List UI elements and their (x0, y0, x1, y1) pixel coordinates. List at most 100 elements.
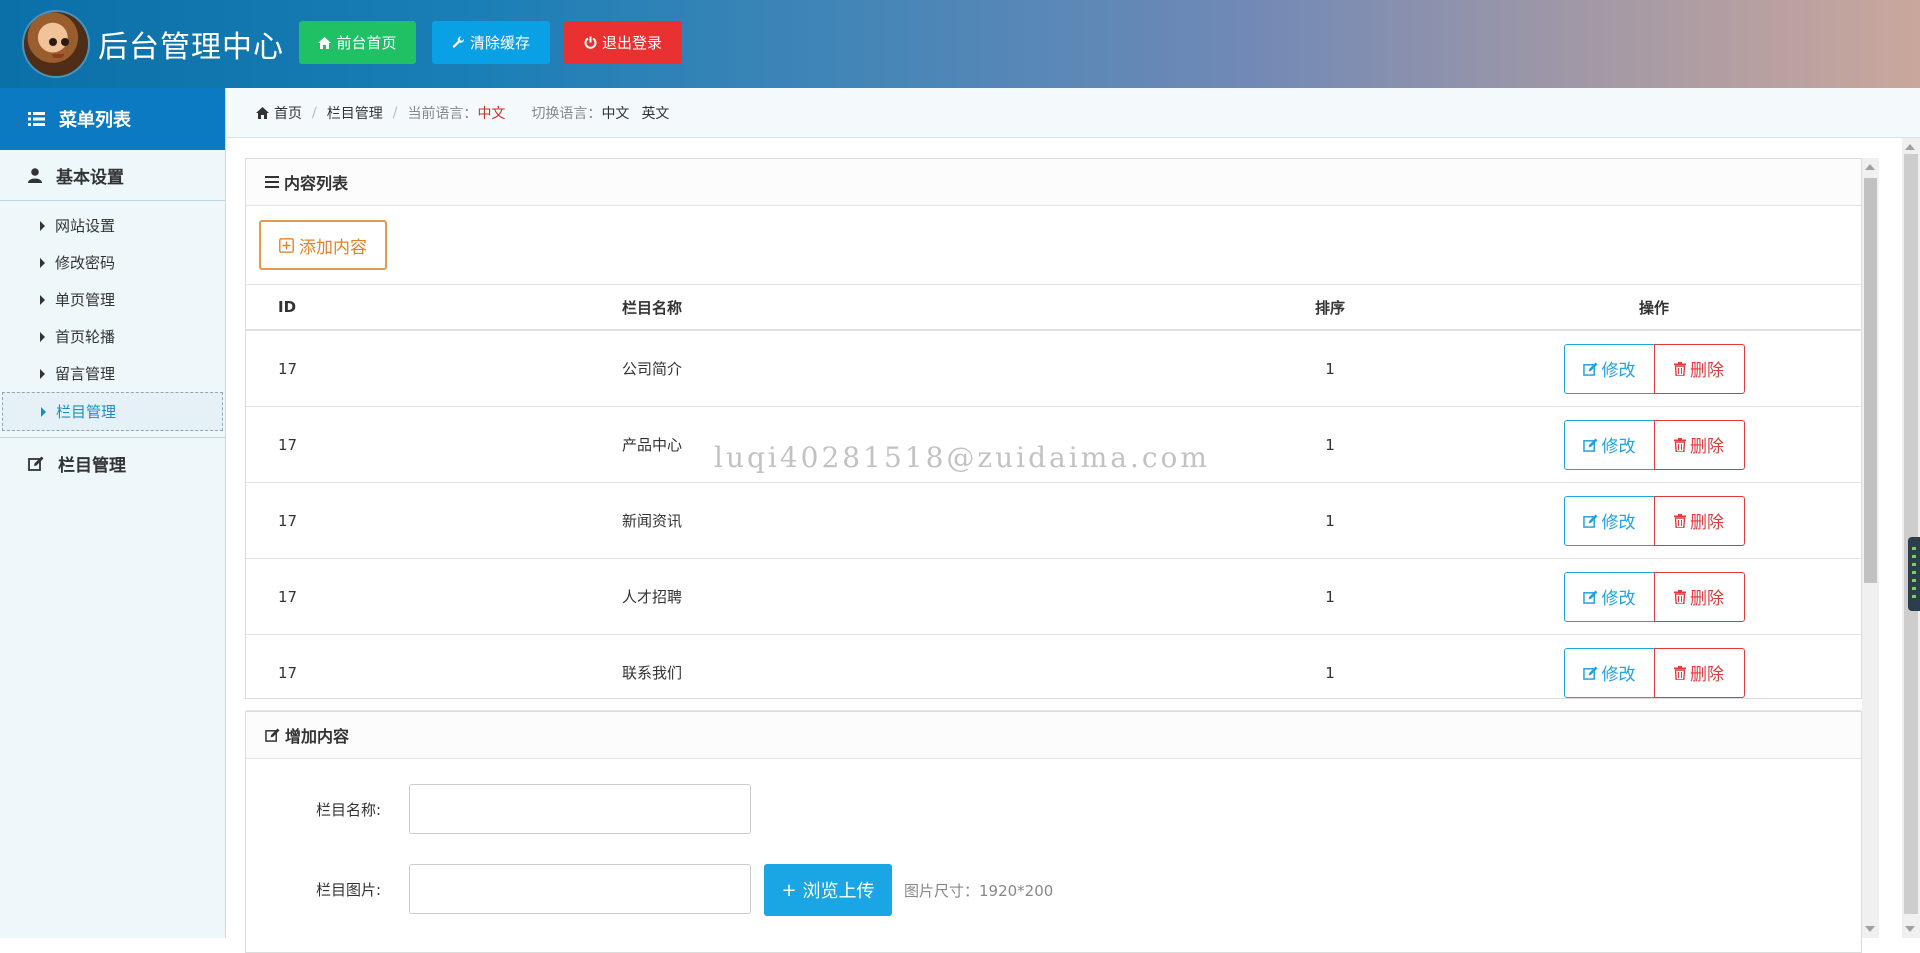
cell-sort: 1 (1213, 482, 1447, 559)
sidebar-item-messages[interactable]: 留言管理 (2, 355, 223, 392)
add-content-panel: 增加内容 栏目名称: 栏目图片: + 浏览上传 图片尺寸：1920*200 (245, 711, 1862, 953)
delete-label: 删除 (1690, 589, 1724, 609)
wrench-icon (452, 36, 464, 48)
add-content-header: 增加内容 (246, 712, 1861, 759)
avatar (24, 12, 88, 76)
delete-button[interactable]: 删除 (1653, 647, 1745, 698)
column-header-sort: 排序 (1213, 284, 1447, 331)
plus-icon: + (781, 879, 797, 901)
sidebar-item-columns[interactable]: 栏目管理 (2, 392, 223, 431)
delete-button[interactable]: 删除 (1653, 571, 1745, 622)
menu-list-header: 菜单列表 (0, 88, 225, 150)
add-content-button[interactable]: 添加内容 (259, 220, 387, 270)
content-list-header: 内容列表 (246, 159, 1861, 206)
cell-name: 联系我们 (621, 634, 1213, 711)
cell-id: 17 (246, 558, 621, 635)
scroll-up-arrow-icon[interactable] (1905, 144, 1915, 150)
cell-id: 17 (246, 406, 621, 483)
caret-right-icon (41, 406, 46, 417)
edit-label: 修改 (1601, 589, 1636, 609)
cell-actions: 修改 删除 (1447, 482, 1861, 559)
sidebar-item-label: 修改密码 (55, 254, 116, 272)
clear-cache-button[interactable]: 清除缓存 (432, 21, 550, 64)
sidebar-item-carousel[interactable]: 首页轮播 (2, 318, 223, 355)
caret-right-icon (40, 368, 45, 379)
logout-label: 退出登录 (601, 34, 662, 52)
cell-actions: 修改 删除 (1447, 406, 1861, 483)
group-column-label: 栏目管理 (58, 455, 126, 476)
scroll-down-arrow-icon[interactable] (1905, 926, 1915, 932)
top-header: 后台管理中心 前台首页 清除缓存 退出登录 (0, 0, 1920, 88)
column-header-actions: 操作 (1447, 284, 1861, 331)
switch-language-label: 切换语言： (531, 105, 602, 122)
cell-name: 产品中心 (621, 406, 1213, 483)
bars-icon (265, 176, 279, 188)
frontend-home-label: 前台首页 (336, 34, 397, 52)
content-table: ID 栏目名称 排序 操作 17 公司简介 1 修改 删除 17 产品中心 1 … (246, 284, 1861, 711)
menu-list-title: 菜单列表 (59, 110, 131, 131)
frontend-home-button[interactable]: 前台首页 (299, 21, 416, 64)
cell-name: 新闻资讯 (621, 482, 1213, 559)
edit-icon (1582, 589, 1597, 604)
sidebar-item-label: 首页轮播 (55, 328, 116, 346)
content-scrollbar[interactable] (1862, 158, 1879, 938)
side-widget-tab[interactable] (1908, 537, 1920, 611)
switch-language-zh[interactable]: 中文 (601, 103, 629, 123)
edit-icon (1582, 513, 1597, 528)
breadcrumb-home[interactable]: 首页 (274, 103, 302, 123)
column-name-input[interactable] (409, 784, 751, 834)
app-title: 后台管理中心 (98, 30, 284, 65)
cell-actions: 修改 删除 (1447, 330, 1861, 407)
breadcrumb-separator: / (312, 104, 317, 121)
caret-right-icon (40, 294, 45, 305)
content-scroll-thumb[interactable] (1864, 178, 1877, 583)
table-row: 17 新闻资讯 1 修改 删除 (246, 482, 1861, 559)
trash-icon (1674, 589, 1686, 604)
caret-right-icon (40, 331, 45, 342)
clear-cache-label: 清除缓存 (469, 34, 530, 52)
trash-icon (1674, 513, 1686, 528)
list-icon (28, 112, 45, 126)
sidebar-item-change-password[interactable]: 修改密码 (2, 244, 223, 281)
current-language-label: 当前语言： (407, 105, 478, 122)
edit-icon (265, 728, 280, 742)
cell-sort: 1 (1213, 330, 1447, 407)
scroll-down-arrow-icon[interactable] (1865, 926, 1875, 932)
edit-button[interactable]: 修改 (1563, 647, 1655, 698)
logout-button[interactable]: 退出登录 (564, 21, 682, 64)
cell-id: 17 (246, 330, 621, 407)
form-row-image: 栏目图片: + 浏览上传 图片尺寸：1920*200 (246, 864, 1861, 916)
group-column-management[interactable]: 栏目管理 (0, 438, 225, 488)
cell-id: 17 (246, 634, 621, 711)
group-basic-settings[interactable]: 基本设置 (0, 150, 225, 201)
home-icon (256, 106, 269, 119)
scroll-up-arrow-icon[interactable] (1865, 164, 1875, 170)
trash-icon (1674, 361, 1686, 376)
power-icon (584, 36, 597, 49)
edit-button[interactable]: 修改 (1563, 495, 1655, 546)
table-row: 17 联系我们 1 修改 删除 (246, 634, 1861, 711)
current-language-value: 中文 (477, 105, 506, 122)
sidebar-item-site-settings[interactable]: 网站设置 (2, 207, 223, 244)
column-image-input[interactable] (409, 864, 751, 914)
cell-sort: 1 (1213, 406, 1447, 483)
table-row: 17 人才招聘 1 修改 删除 (246, 558, 1861, 635)
sidebar: 菜单列表 基本设置 网站设置 修改密码 单页管理 首页轮播 留言管理 栏目管理 … (0, 88, 226, 938)
caret-right-icon (40, 257, 45, 268)
delete-button[interactable]: 删除 (1653, 343, 1745, 394)
edit-button[interactable]: 修改 (1563, 419, 1655, 470)
edit-button[interactable]: 修改 (1563, 571, 1655, 622)
delete-button[interactable]: 删除 (1653, 495, 1745, 546)
edit-icon (1582, 361, 1597, 376)
breadcrumb-current[interactable]: 栏目管理 (327, 103, 383, 123)
browse-upload-button[interactable]: + 浏览上传 (764, 864, 892, 916)
edit-button[interactable]: 修改 (1563, 343, 1655, 394)
switch-language-en[interactable]: 英文 (641, 103, 669, 123)
sidebar-item-single-page[interactable]: 单页管理 (2, 281, 223, 318)
sidebar-item-label: 留言管理 (55, 365, 116, 383)
page-scroll-thumb[interactable] (1904, 154, 1918, 914)
group-basic-label: 基本设置 (56, 167, 124, 188)
delete-label: 删除 (1690, 361, 1724, 381)
delete-button[interactable]: 删除 (1653, 419, 1745, 470)
cell-sort: 1 (1213, 558, 1447, 635)
